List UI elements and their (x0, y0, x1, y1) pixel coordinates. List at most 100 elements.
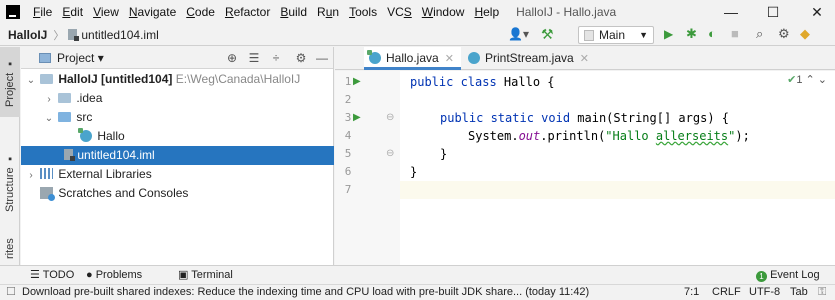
run-configuration-select[interactable]: Main ▼ (578, 26, 654, 44)
iml-file-icon (64, 149, 76, 161)
run-icon[interactable]: ▶ (664, 27, 673, 41)
tab-terminal[interactable]: ▣ Terminal (178, 266, 233, 284)
tab-event-log[interactable]: 1 Event Log (756, 266, 820, 284)
debug-icon[interactable]: ✱ (686, 26, 697, 42)
java-class-icon (367, 50, 381, 64)
editor-gutter[interactable]: 1 ▶ 2 3 ▶ ⊖ 4 5 ⊖ 6 7 (335, 71, 400, 265)
breadcrumb-separator: 〉 (53, 29, 65, 42)
code-line-6: } (410, 165, 418, 179)
panel-settings-icon[interactable]: ⚙ (293, 50, 309, 66)
java-class-icon (468, 52, 480, 64)
maximize-button[interactable]: ☐ (753, 0, 793, 24)
menu-file[interactable]: File (28, 0, 57, 24)
menu-run[interactable]: Run (312, 0, 344, 24)
file-encoding[interactable]: UTF-8 (749, 285, 780, 300)
list-icon: ☰ (30, 269, 43, 281)
indent-setting[interactable]: Tab (790, 285, 808, 300)
scratches-icon (40, 187, 56, 201)
locate-file-icon[interactable]: ⊕ (224, 50, 240, 66)
close-tab-icon[interactable]: ✕ (445, 53, 454, 65)
tab-hallo-java[interactable]: Hallo.java ✕ (364, 47, 461, 70)
breadcrumb-project[interactable]: HalloIJ (0, 28, 47, 42)
line-separator[interactable]: CRLF (712, 285, 741, 300)
menu-view[interactable]: View (88, 0, 124, 24)
status-message[interactable]: Download pre-built shared indexes: Reduc… (22, 285, 672, 300)
chevron-right-icon[interactable]: › (43, 90, 55, 109)
event-log-badge: 1 (756, 271, 767, 282)
menu-edit[interactable]: Edit (57, 0, 88, 24)
lock-icon[interactable]: ⚿ (818, 285, 826, 300)
close-tab-icon[interactable]: ✕ (580, 53, 589, 65)
chevron-down-icon[interactable]: ⌄ (25, 71, 37, 90)
tree-item-external-libraries[interactable]: › External Libraries (21, 165, 334, 184)
chevron-right-icon[interactable]: › (25, 166, 37, 185)
breadcrumb-file[interactable]: untitled104.iml (64, 28, 159, 42)
tab-project[interactable]: Project ▪ (0, 47, 20, 117)
code-line-7-caret (400, 181, 835, 199)
menu-code[interactable]: Code (181, 0, 220, 24)
inspection-widget[interactable]: ✔1 ⌃ ⌄ (787, 73, 827, 86)
collapse-all-icon[interactable]: ÷ (268, 50, 284, 66)
folder-icon (58, 93, 72, 103)
code-line-5: } (440, 147, 448, 161)
tab-printstream-java[interactable]: PrintStream.java ✕ (463, 47, 593, 70)
fold-icon[interactable]: ⊖ (386, 109, 394, 127)
navigation-bar: HalloIJ 〉 untitled104.iml 👤▾ ⚒ Main ▼ ▶ … (0, 24, 835, 46)
source-folder-icon (58, 112, 72, 122)
status-toggle-icon[interactable]: ☐ (6, 285, 16, 300)
previous-highlight-icon[interactable]: ⌃ (806, 74, 815, 86)
expand-all-icon[interactable]: ☰ (246, 50, 262, 66)
project-panel-header: Project ▾ ⊕ ☰ ÷ ⚙ — (21, 47, 333, 69)
menu-window[interactable]: Window (417, 0, 470, 24)
menu-navigate[interactable]: Navigate (124, 0, 181, 24)
code-editor[interactable]: public class Hallo { public static void … (400, 71, 835, 265)
tab-structure[interactable]: Structure ▪ (0, 142, 20, 222)
settings-gear-icon[interactable]: ⚙ (778, 26, 790, 42)
menu-vcs[interactable]: VCS (382, 0, 417, 24)
tab-problems[interactable]: ● Problems (86, 266, 142, 284)
run-class-icon[interactable]: ▶ (353, 73, 361, 91)
tree-item-hallo[interactable]: Hallo (21, 127, 334, 146)
menu-build[interactable]: Build (275, 0, 312, 24)
tab-favorites[interactable]: rites (0, 232, 20, 265)
library-icon (40, 168, 54, 179)
check-icon: ✔ (787, 74, 797, 86)
tree-item-idea[interactable]: › .idea (21, 89, 334, 108)
code-line-4: System.out.println("Hallo allerseits"); (468, 129, 750, 143)
vcs-user-icon[interactable]: 👤▾ (508, 27, 529, 41)
left-tool-stripe: Project ▪ Structure ▪ rites (0, 47, 20, 265)
coverage-icon[interactable]: ◐ (708, 26, 716, 41)
tree-item-src[interactable]: ⌄ src (21, 108, 334, 127)
iml-file-icon (68, 28, 80, 41)
menu-tools[interactable]: Tools (344, 0, 382, 24)
code-line-3: public static void main(String[] args) { (440, 111, 729, 125)
close-button[interactable]: ✕ (797, 0, 835, 24)
line-number: 6 (344, 165, 352, 178)
problems-icon: ● (86, 269, 96, 281)
build-hammer-icon[interactable]: ⚒ (541, 26, 554, 43)
tree-item-scratches[interactable]: Scratches and Consoles (21, 184, 334, 203)
hide-panel-icon[interactable]: — (314, 50, 330, 66)
line-number: 2 (344, 93, 352, 106)
run-main-icon[interactable]: ▶ (353, 109, 361, 127)
chevron-down-icon[interactable]: ⌄ (43, 109, 55, 128)
plugin-icon[interactable]: ◆ (800, 26, 810, 42)
line-number: 4 (344, 129, 352, 142)
project-tool-window: Project ▾ ⊕ ☰ ÷ ⚙ — ⌄ HalloIJ [untitled1… (21, 47, 334, 265)
tree-item-project-root[interactable]: ⌄ HalloIJ [untitled104] E:\Weg\Canada\Ha… (21, 70, 334, 89)
editor-tab-bar: Hallo.java ✕ PrintStream.java ✕ (364, 47, 835, 70)
stop-icon[interactable]: ■ (731, 26, 739, 41)
tab-todo[interactable]: ☰ TODO (30, 266, 74, 284)
search-icon[interactable]: ⌕ (756, 26, 763, 42)
panel-divider[interactable] (335, 47, 364, 70)
line-number: 7 (344, 183, 352, 196)
next-highlight-icon[interactable]: ⌄ (818, 74, 827, 86)
fold-end-icon[interactable]: ⊖ (386, 145, 394, 163)
menu-help[interactable]: Help (469, 0, 504, 24)
minimize-button[interactable]: — (711, 0, 751, 24)
terminal-icon: ▣ (178, 269, 192, 281)
tree-item-iml[interactable]: untitled104.iml (21, 146, 334, 165)
menu-refactor[interactable]: Refactor (220, 0, 275, 24)
project-view-select[interactable]: Project ▾ (57, 51, 104, 65)
caret-position[interactable]: 7:1 (684, 285, 699, 300)
